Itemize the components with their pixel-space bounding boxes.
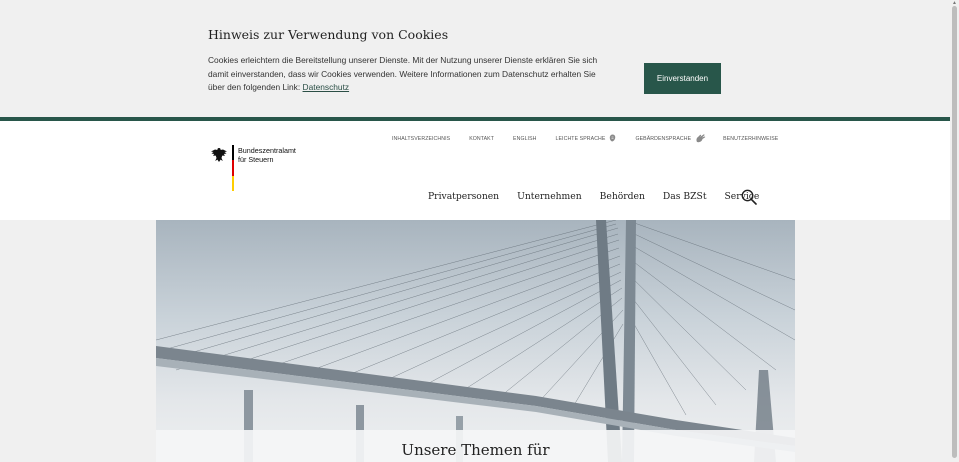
cookie-banner: Hinweis zur Verwendung von Cookies Cooki…: [0, 0, 950, 117]
cookie-text-line1: Cookies erleichtern die Bereitstellung u…: [208, 55, 598, 65]
nav-item-private-persons[interactable]: Privatpersonen: [428, 191, 499, 202]
site-header: INHALTSVERZEICHNIS KONTAKT ENGLISH LEICH…: [0, 121, 950, 220]
service-link-label: GEBÄRDENSPRACHE: [635, 136, 692, 142]
service-link-user-notes[interactable]: BENUTZERHINWEISE: [723, 136, 778, 142]
service-link-contact[interactable]: KONTAKT: [469, 136, 494, 142]
privacy-link[interactable]: Datenschutz: [303, 82, 350, 92]
federal-eagle-icon: [211, 148, 227, 162]
cookie-text-line3: über den folgenden Link:: [208, 82, 303, 92]
cookie-text-line2: damit einverstanden, dass wir Cookies ve…: [208, 68, 596, 79]
service-link-easy-language[interactable]: LEICHTE SPRACHE: [556, 134, 617, 144]
hero-title: Unsere Themen für: [401, 441, 550, 459]
nav-item-authorities[interactable]: Behörden: [600, 191, 645, 202]
logo-wordmark: Bundeszentralamt für Steuern: [238, 146, 296, 164]
cookie-banner-text: Cookies erleichtern die Bereitstellung u…: [208, 54, 598, 95]
service-link-label: INHALTSVERZEICHNIS: [392, 136, 451, 142]
logo-line2: für Steuern: [238, 154, 274, 164]
search-icon[interactable]: [741, 189, 757, 210]
service-link-index[interactable]: INHALTSVERZEICHNIS: [392, 136, 450, 142]
service-link-label: KONTAKT: [469, 136, 495, 142]
nav-item-companies[interactable]: Unternehmen: [517, 191, 582, 202]
main-navigation: Privatpersonen Unternehmen Behörden Das …: [428, 191, 759, 202]
bzst-logo[interactable]: Bundeszentralamt für Steuern: [210, 145, 310, 193]
scrollbar-thumb[interactable]: [952, 6, 957, 458]
page-scrollbar[interactable]: ▲: [950, 0, 959, 462]
accept-cookies-button[interactable]: Einverstanden: [644, 63, 721, 94]
service-link-label: LEICHTE SPRACHE: [555, 136, 606, 142]
easy-language-icon: [609, 134, 616, 144]
service-navigation: INHALTSVERZEICHNIS KONTAKT ENGLISH LEICH…: [392, 133, 778, 145]
nav-item-about-bzst[interactable]: Das BZSt: [663, 191, 707, 202]
service-link-english[interactable]: ENGLISH: [513, 136, 536, 142]
service-link-label: BENUTZERHINWEISE: [723, 136, 779, 142]
sign-language-icon: [695, 133, 706, 146]
service-link-label: ENGLISH: [513, 136, 537, 142]
german-flag-stripe: [232, 145, 234, 191]
bridge-image: [156, 220, 795, 462]
hero-banner: Unsere Themen für: [156, 220, 795, 462]
cookie-banner-title: Hinweis zur Verwendung von Cookies: [208, 27, 449, 42]
service-link-sign-language[interactable]: GEBÄRDENSPRACHE: [635, 133, 706, 146]
